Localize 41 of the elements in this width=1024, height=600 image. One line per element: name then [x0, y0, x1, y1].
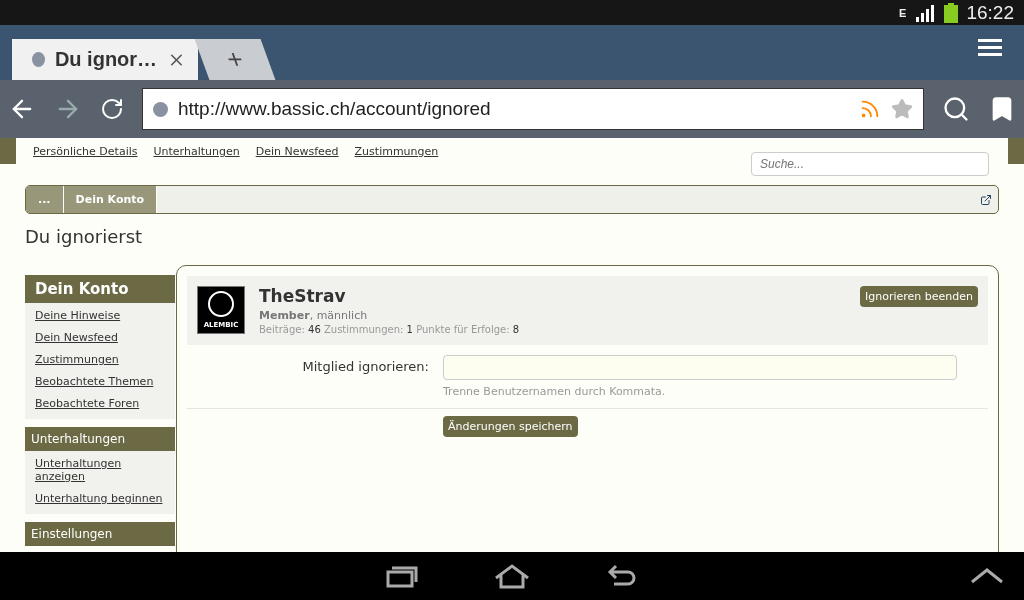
signal-icon: [914, 3, 937, 22]
nav-link[interactable]: Persönliche Details: [33, 145, 138, 158]
search-icon[interactable]: [942, 95, 970, 123]
caret-icon[interactable]: [970, 566, 1004, 584]
reload-icon[interactable]: [100, 97, 124, 121]
nav-link[interactable]: Unterhaltungen: [153, 145, 240, 158]
battery-icon: [944, 2, 959, 23]
new-tab-button[interactable]: +: [194, 39, 276, 80]
save-button[interactable]: Änderungen speichern: [443, 416, 578, 437]
sidebar-heading: Dein Konto: [25, 275, 175, 303]
search-field[interactable]: Suche...: [751, 152, 989, 176]
user-name[interactable]: TheStrav: [259, 286, 846, 306]
sidebar-link[interactable]: Deine Hinweise: [35, 305, 165, 327]
user-stats: Beiträge: 46 Zustimmungen: 1 Punkte für Erfolge: 8: [259, 324, 521, 335]
star-icon[interactable]: [891, 98, 913, 120]
header-strip: [1008, 138, 1024, 164]
sidebar-link[interactable]: Zustimmungen: [35, 349, 165, 371]
clock-time: 16:22: [966, 1, 1014, 24]
field-label: Mitglied ignorieren:: [301, 358, 429, 376]
input-field[interactable]: [443, 355, 957, 380]
nav-link[interactable]: Zustimmungen: [354, 145, 439, 158]
network-type-label: E: [899, 6, 907, 19]
browser-tab[interactable]: Du ignor…: [12, 39, 198, 80]
sidebar-heading: Unterhaltungen: [25, 427, 175, 451]
sidebar-link[interactable]: Unterhaltung beginnen: [35, 488, 165, 510]
sidebar-link[interactable]: Beobachtete Themen: [35, 371, 165, 393]
header-strip: [0, 138, 16, 164]
unignore-button[interactable]: Ignorieren beenden: [860, 286, 978, 307]
sidebar-link[interactable]: Beobachtete Foren: [35, 393, 165, 415]
sidebar-link[interactable]: Dein Newsfeed: [35, 327, 165, 349]
page-title: Du ignorierst: [25, 226, 144, 247]
field-hint: Trenne Benutzernamen durch Kommata.: [443, 385, 667, 398]
globe-icon: [153, 101, 168, 117]
address-bar[interactable]: http://www.bassic.ch/account/ignored: [142, 88, 924, 130]
sidebar-heading: Einstellungen: [25, 522, 175, 546]
user-title: Member, männlich: [259, 309, 369, 322]
nav-link[interactable]: Dein Newsfeed: [255, 145, 339, 158]
sidebar-link[interactable]: Unterhaltungen anzeigen: [35, 453, 165, 488]
popout-icon[interactable]: [980, 193, 992, 206]
globe-icon: [32, 52, 45, 67]
menu-icon[interactable]: [978, 39, 1002, 56]
